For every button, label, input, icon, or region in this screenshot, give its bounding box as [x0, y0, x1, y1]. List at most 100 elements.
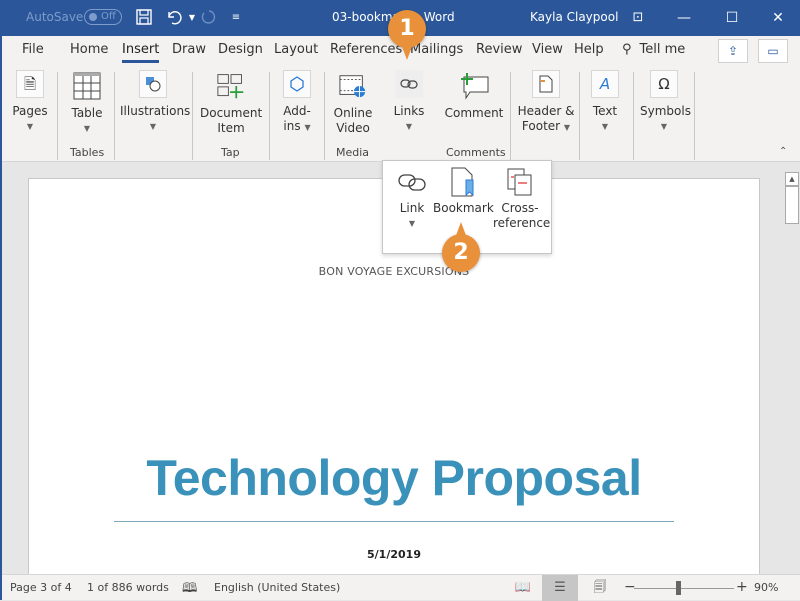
- minimize-icon[interactable]: —: [670, 6, 698, 30]
- comments-button[interactable]: ▭: [758, 39, 788, 63]
- text-button[interactable]: A Text ▼: [588, 70, 622, 134]
- vertical-scrollbar[interactable]: ▲: [784, 162, 800, 574]
- tab-view[interactable]: View: [532, 42, 563, 57]
- page-count[interactable]: Page 3 of 4: [10, 581, 72, 594]
- chevron-down-icon: ▼: [149, 122, 157, 131]
- divider: [57, 72, 58, 160]
- zoom-slider-thumb[interactable]: [676, 581, 681, 595]
- web-layout-icon[interactable]: 🗐: [582, 575, 618, 601]
- tab-home[interactable]: Home: [70, 42, 108, 57]
- group-label-tables: Tables: [70, 146, 105, 159]
- redo-icon[interactable]: [198, 8, 218, 28]
- tab-file[interactable]: File: [22, 42, 44, 57]
- word-count[interactable]: 1 of 886 words: [87, 581, 169, 594]
- link-label: Link: [399, 201, 425, 215]
- links-label: Links: [393, 104, 425, 118]
- undo-icon[interactable]: [164, 8, 184, 28]
- pages-button[interactable]: 🗎 Pages ▼: [10, 70, 50, 134]
- group-label-media: Media: [336, 146, 370, 159]
- comment-icon: ▭: [767, 44, 779, 58]
- customize-qat-icon[interactable]: ≡: [226, 8, 246, 28]
- scroll-thumb[interactable]: [785, 186, 799, 224]
- table-icon: [73, 72, 101, 100]
- maximize-icon[interactable]: ☐: [718, 6, 746, 30]
- search-icon: ⚲: [622, 42, 632, 57]
- tell-me-label: Tell me: [639, 42, 686, 57]
- divider: [114, 72, 115, 160]
- group-label-comments: Comments: [446, 146, 506, 159]
- add-ins-button[interactable]: Add- ins ▼: [277, 70, 317, 135]
- tab-help[interactable]: Help: [574, 42, 604, 57]
- document-item-label-1: Document: [200, 106, 263, 120]
- symbols-button[interactable]: Ω Symbols ▼: [640, 70, 691, 134]
- online-video-label-1: Online: [333, 106, 373, 120]
- step-callout-2: 2: [442, 222, 480, 272]
- new-comment-icon: [458, 72, 490, 100]
- divider: [694, 72, 695, 160]
- illustrations-button[interactable]: Illustrations ▼: [120, 70, 190, 134]
- tell-me-search[interactable]: ⚲ Tell me: [622, 42, 685, 57]
- bookmark-icon: [447, 167, 477, 197]
- cross-reference-option[interactable]: Cross- reference: [493, 167, 551, 231]
- tab-references[interactable]: References: [330, 42, 402, 57]
- share-icon: ⇪: [727, 44, 739, 58]
- tab-insert[interactable]: Insert: [122, 42, 160, 63]
- comment-button[interactable]: Comment: [442, 72, 506, 121]
- tab-review[interactable]: Review: [476, 42, 522, 57]
- share-button[interactable]: ⇪: [718, 39, 748, 63]
- chevron-down-icon: ▼: [660, 122, 668, 131]
- symbols-label: Symbols: [640, 104, 691, 118]
- close-icon[interactable]: ✕: [764, 6, 792, 30]
- bookmark-label: Bookmark: [433, 201, 494, 215]
- text-label: Text: [592, 104, 618, 118]
- zoom-out-icon[interactable]: −: [624, 579, 636, 595]
- table-label: Table: [71, 106, 103, 120]
- cross-reference-icon: [505, 167, 535, 197]
- autosave-toggle[interactable]: Off: [84, 9, 122, 25]
- table-button[interactable]: Table ▼: [66, 72, 108, 136]
- autosave-label: AutoSave: [26, 10, 84, 24]
- scroll-up-icon[interactable]: ▲: [785, 172, 799, 186]
- proofing-icon[interactable]: 🕮: [182, 579, 197, 601]
- zoom-level[interactable]: 90%: [754, 581, 778, 594]
- title-rule: [114, 521, 674, 522]
- bookmark-option[interactable]: Bookmark: [433, 167, 494, 216]
- ribbon-display-options-icon[interactable]: ⊡: [624, 6, 652, 30]
- divider: [269, 72, 270, 160]
- document-item-button[interactable]: Document Item: [200, 72, 262, 136]
- document-header: BON VOYAGE EXCURSIONS: [318, 265, 470, 278]
- chevron-down-icon: ▼: [601, 122, 609, 131]
- divider: [192, 72, 193, 160]
- step-callout-1: 1: [388, 10, 426, 60]
- zoom-in-icon[interactable]: +: [736, 579, 748, 595]
- add-ins-icon: [283, 70, 311, 98]
- divider: [324, 72, 325, 160]
- collapse-ribbon-icon[interactable]: ⌃: [779, 146, 787, 157]
- online-video-label-2: Video: [336, 121, 370, 135]
- chevron-down-icon: ▼: [83, 124, 91, 133]
- print-layout-icon[interactable]: ☰: [542, 575, 578, 601]
- online-video-icon: [339, 72, 367, 100]
- divider: [510, 72, 511, 160]
- document-title-heading: Technology Proposal: [146, 450, 642, 506]
- cross-reference-label-2: reference: [493, 216, 551, 230]
- read-mode-icon[interactable]: 📖: [505, 575, 541, 601]
- tab-layout[interactable]: Layout: [274, 42, 318, 57]
- language[interactable]: English (United States): [214, 581, 340, 594]
- header-footer-icon: [532, 70, 560, 98]
- links-button[interactable]: Links ▼: [385, 70, 433, 134]
- online-video-button[interactable]: Online Video: [330, 72, 376, 136]
- link-icon: [395, 70, 423, 98]
- group-label-tap: Tap: [221, 146, 240, 159]
- header-footer-button[interactable]: Header & Footer ▼: [516, 70, 576, 135]
- tab-design[interactable]: Design: [218, 42, 263, 57]
- omega-icon: Ω: [650, 70, 678, 98]
- save-icon[interactable]: [134, 8, 154, 28]
- link-option[interactable]: Link ▼: [395, 167, 429, 231]
- header-footer-label-2: Footer ▼: [521, 119, 571, 133]
- chevron-down-icon: ▼: [26, 122, 34, 131]
- pages-label: Pages: [12, 104, 48, 118]
- user-name[interactable]: Kayla Claypool: [530, 10, 618, 24]
- zoom-slider[interactable]: [634, 588, 734, 589]
- tab-draw[interactable]: Draw: [172, 42, 206, 57]
